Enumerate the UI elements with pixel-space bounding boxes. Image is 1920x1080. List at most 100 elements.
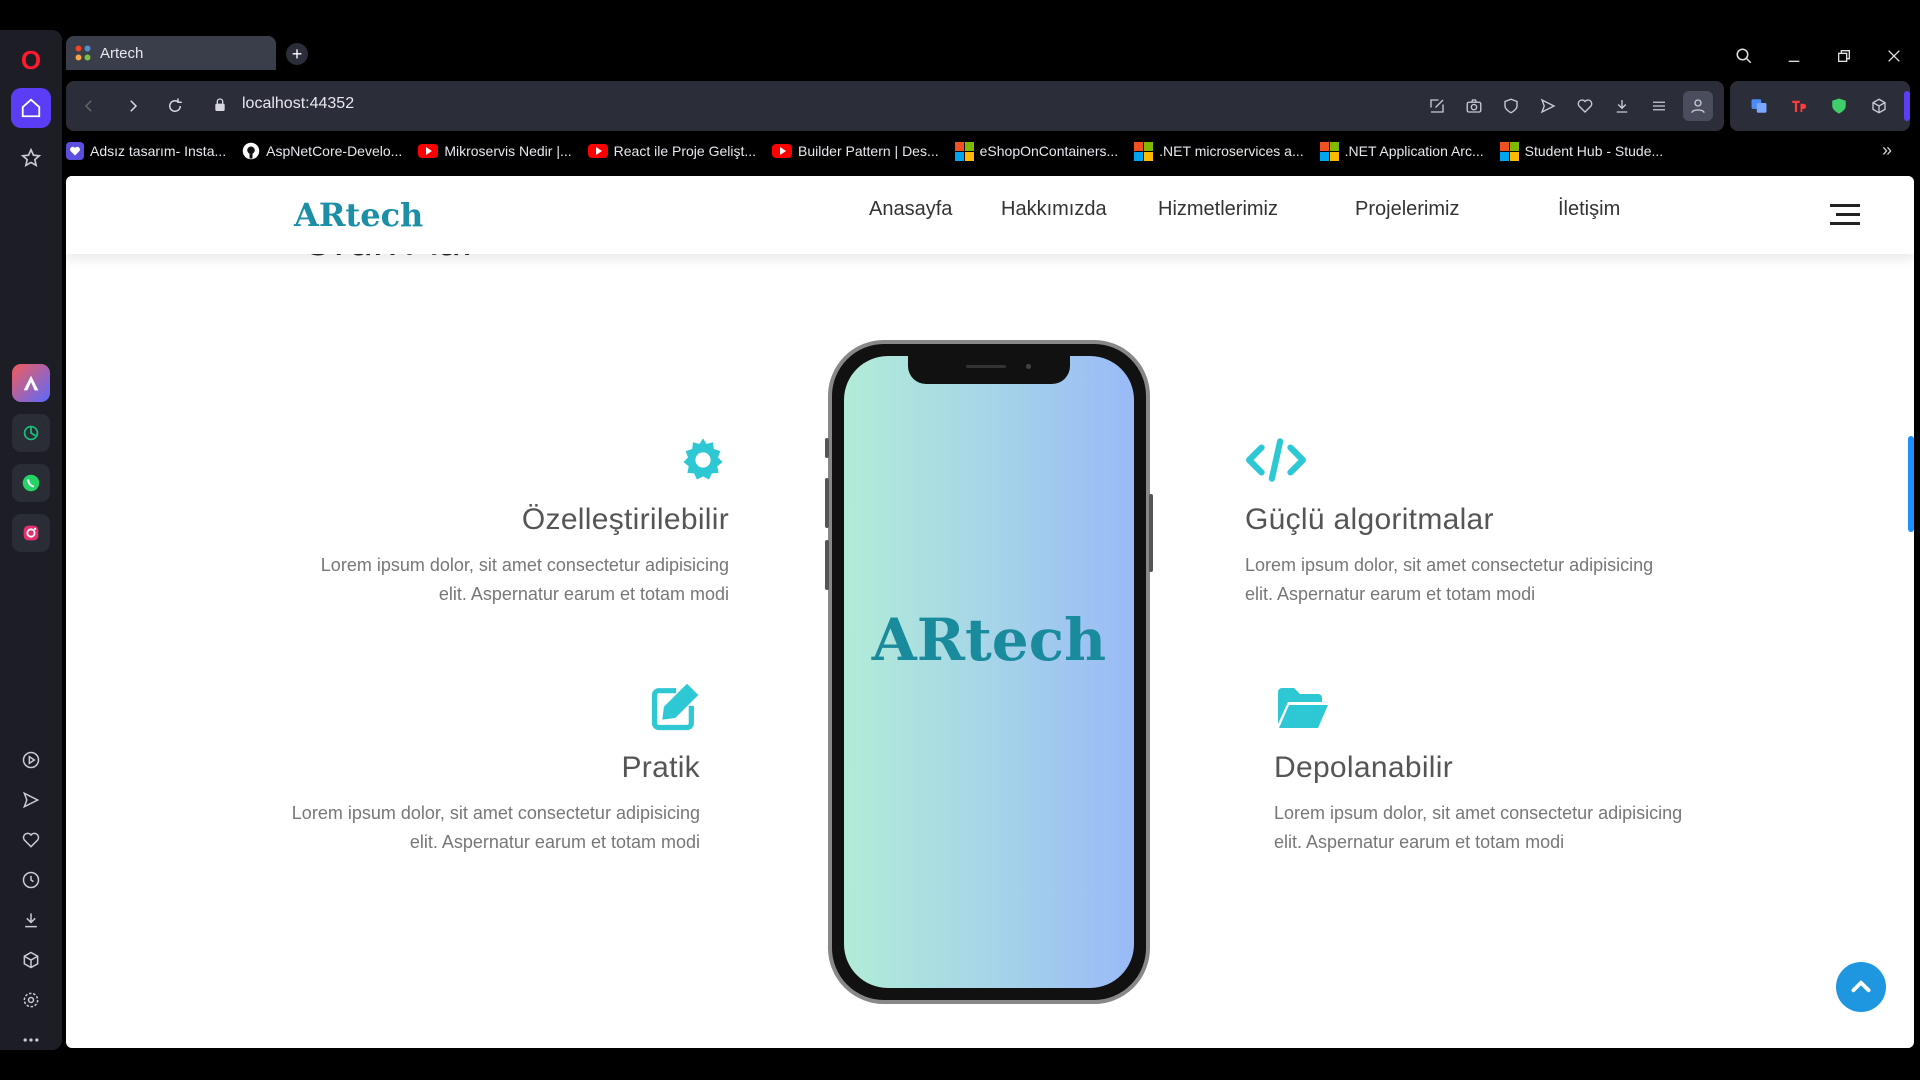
- opera-sidebar: O: [0, 30, 62, 1050]
- snapshot-edit-icon[interactable]: [1426, 95, 1448, 117]
- bookmark-item[interactable]: .NET microservices a...: [1134, 141, 1304, 161]
- nav-link-home[interactable]: Anasayfa: [869, 198, 952, 221]
- bookmark-item[interactable]: Adsız tasarım- Insta...: [66, 142, 226, 160]
- extensions-icon[interactable]: [1868, 95, 1890, 117]
- new-tab-button[interactable]: +: [286, 43, 308, 65]
- home-icon[interactable]: [11, 88, 51, 128]
- nav-link-about[interactable]: Hakkımızda: [1001, 198, 1107, 221]
- youtube-icon: [418, 144, 439, 158]
- feature-title: Pratik: [621, 751, 700, 784]
- easy-setup-icon[interactable]: [1648, 95, 1670, 117]
- feature-description: Lorem ipsum dolor, sit amet consectetur …: [1274, 803, 1683, 852]
- folder-open-icon: [1278, 688, 1328, 728]
- phone-side-button: [825, 478, 829, 528]
- code-icon: [1246, 438, 1306, 482]
- microsoft-icon: [1319, 141, 1339, 161]
- address-bar: localhost:44352: [66, 81, 1724, 131]
- feature-description: Lorem ipsum dolor, sit amet consectetur …: [1245, 555, 1654, 604]
- translate-icon[interactable]: [1748, 95, 1770, 117]
- send-icon[interactable]: [1537, 95, 1559, 117]
- bookmarks-bar: Adsız tasarım- Insta... AspNetCore-Devel…: [66, 136, 1916, 166]
- feature-practical: Pratik Lorem ipsum dolor, sit amet conse…: [260, 682, 700, 857]
- download-icon[interactable]: [1611, 95, 1633, 117]
- instagram-icon[interactable]: [12, 514, 50, 552]
- phone-notch: [908, 356, 1070, 384]
- reload-icon[interactable]: [162, 93, 188, 119]
- feature-description: Lorem ipsum dolor, sit amet consectetur …: [320, 555, 729, 604]
- phone-mockup: ARtech: [828, 340, 1150, 1004]
- page-scrollbar[interactable]: [1908, 436, 1914, 532]
- minimize-icon[interactable]: [1780, 42, 1808, 70]
- opera-logo[interactable]: O: [11, 40, 51, 80]
- shield-icon[interactable]: [1500, 95, 1522, 117]
- bookmark-item[interactable]: AspNetCore-Develo...: [242, 142, 402, 160]
- whatsapp-icon[interactable]: [12, 464, 50, 502]
- joomla-icon: [75, 45, 91, 61]
- heart-icon[interactable]: [1574, 95, 1596, 117]
- nav-link-services[interactable]: Hizmetlerimiz: [1158, 198, 1278, 221]
- bookmark-item[interactable]: React ile Proje Gelişt...: [587, 143, 756, 159]
- feature-customizable: Özelleştirilebilir Lorem ipsum dolor, si…: [289, 434, 729, 609]
- download-icon[interactable]: [15, 904, 47, 936]
- tab-title: Artech: [100, 44, 144, 62]
- feature-title: Güçlü algoritmalar: [1245, 503, 1494, 536]
- settings-icon[interactable]: [15, 984, 47, 1016]
- site-logo[interactable]: ARtech: [294, 196, 423, 234]
- feature-storable: Depolanabilir Lorem ipsum dolor, sit ame…: [1274, 682, 1714, 857]
- nav-link-projects[interactable]: Projelerimiz: [1355, 198, 1459, 221]
- close-icon[interactable]: [1880, 42, 1908, 70]
- youtube-icon: [587, 144, 608, 158]
- lock-icon: [212, 96, 228, 119]
- aria-icon[interactable]: [12, 364, 50, 402]
- cube-icon[interactable]: [15, 944, 47, 976]
- bookmark-item[interactable]: Student Hub - Stude...: [1499, 141, 1663, 161]
- camera-icon[interactable]: [1463, 95, 1485, 117]
- phone-side-button: [825, 540, 829, 590]
- phone-logo: ARtech: [871, 606, 1107, 674]
- back-icon[interactable]: [76, 93, 102, 119]
- search-icon[interactable]: [1730, 42, 1758, 70]
- youtube-icon: [772, 144, 793, 158]
- star-icon[interactable]: [11, 138, 51, 178]
- microsoft-icon: [1499, 141, 1519, 161]
- send-icon[interactable]: [15, 784, 47, 816]
- microsoft-icon: [1134, 141, 1154, 161]
- edit-icon: [651, 683, 699, 731]
- tab-artech[interactable]: Artech: [66, 36, 276, 70]
- scroll-to-top-button[interactable]: [1836, 962, 1886, 1012]
- nav-link-contact[interactable]: İletişim: [1558, 198, 1620, 221]
- gear-icon: [683, 438, 723, 480]
- bookmark-item[interactable]: eShopOnContainers...: [954, 141, 1118, 161]
- feature-title: Özelleştirilebilir: [521, 503, 729, 536]
- chevron-up-icon: [1851, 980, 1871, 993]
- chevron-double-right-icon[interactable]: »: [1882, 140, 1892, 161]
- browser-window: O Artech + localhost:44352 Adsız tasarım…: [0, 0, 1920, 1080]
- profile-icon[interactable]: [1683, 91, 1713, 121]
- phone-side-button: [825, 438, 829, 458]
- restore-icon[interactable]: [1830, 42, 1858, 70]
- player-icon[interactable]: [15, 744, 47, 776]
- more-icon[interactable]: [15, 1024, 47, 1056]
- bookmark-item[interactable]: .NET Application Arc...: [1319, 141, 1484, 161]
- forward-icon[interactable]: [120, 93, 146, 119]
- microsoft-icon: [954, 141, 974, 161]
- url-field[interactable]: localhost:44352: [242, 95, 354, 113]
- bookmark-item[interactable]: Builder Pattern | Des...: [772, 143, 939, 159]
- feature-description: Lorem ipsum dolor, sit amet consectetur …: [291, 803, 700, 852]
- chatgpt-icon[interactable]: [12, 414, 50, 452]
- site-navbar: ARtech Anasayfa Hakkımızda Hizmetlerimiz…: [66, 176, 1914, 254]
- feature-algorithms: Güçlü algoritmalar Lorem ipsum dolor, si…: [1245, 434, 1685, 609]
- sidebar-accent: [1904, 91, 1910, 121]
- phone-side-button: [1149, 494, 1153, 572]
- adguard-icon[interactable]: [1828, 95, 1850, 117]
- phone-screen: ARtech: [844, 356, 1134, 988]
- extensions-bar: [1730, 81, 1910, 131]
- tp-extension-icon[interactable]: [1788, 95, 1810, 117]
- github-icon: [242, 142, 260, 160]
- heart-icon[interactable]: [15, 824, 47, 856]
- feature-title: Depolanabilir: [1274, 751, 1454, 784]
- bookmark-item[interactable]: Mikroservis Nedir |...: [418, 143, 572, 159]
- history-icon[interactable]: [15, 864, 47, 896]
- heart-icon: [66, 142, 84, 160]
- menu-icon[interactable]: [1830, 204, 1860, 231]
